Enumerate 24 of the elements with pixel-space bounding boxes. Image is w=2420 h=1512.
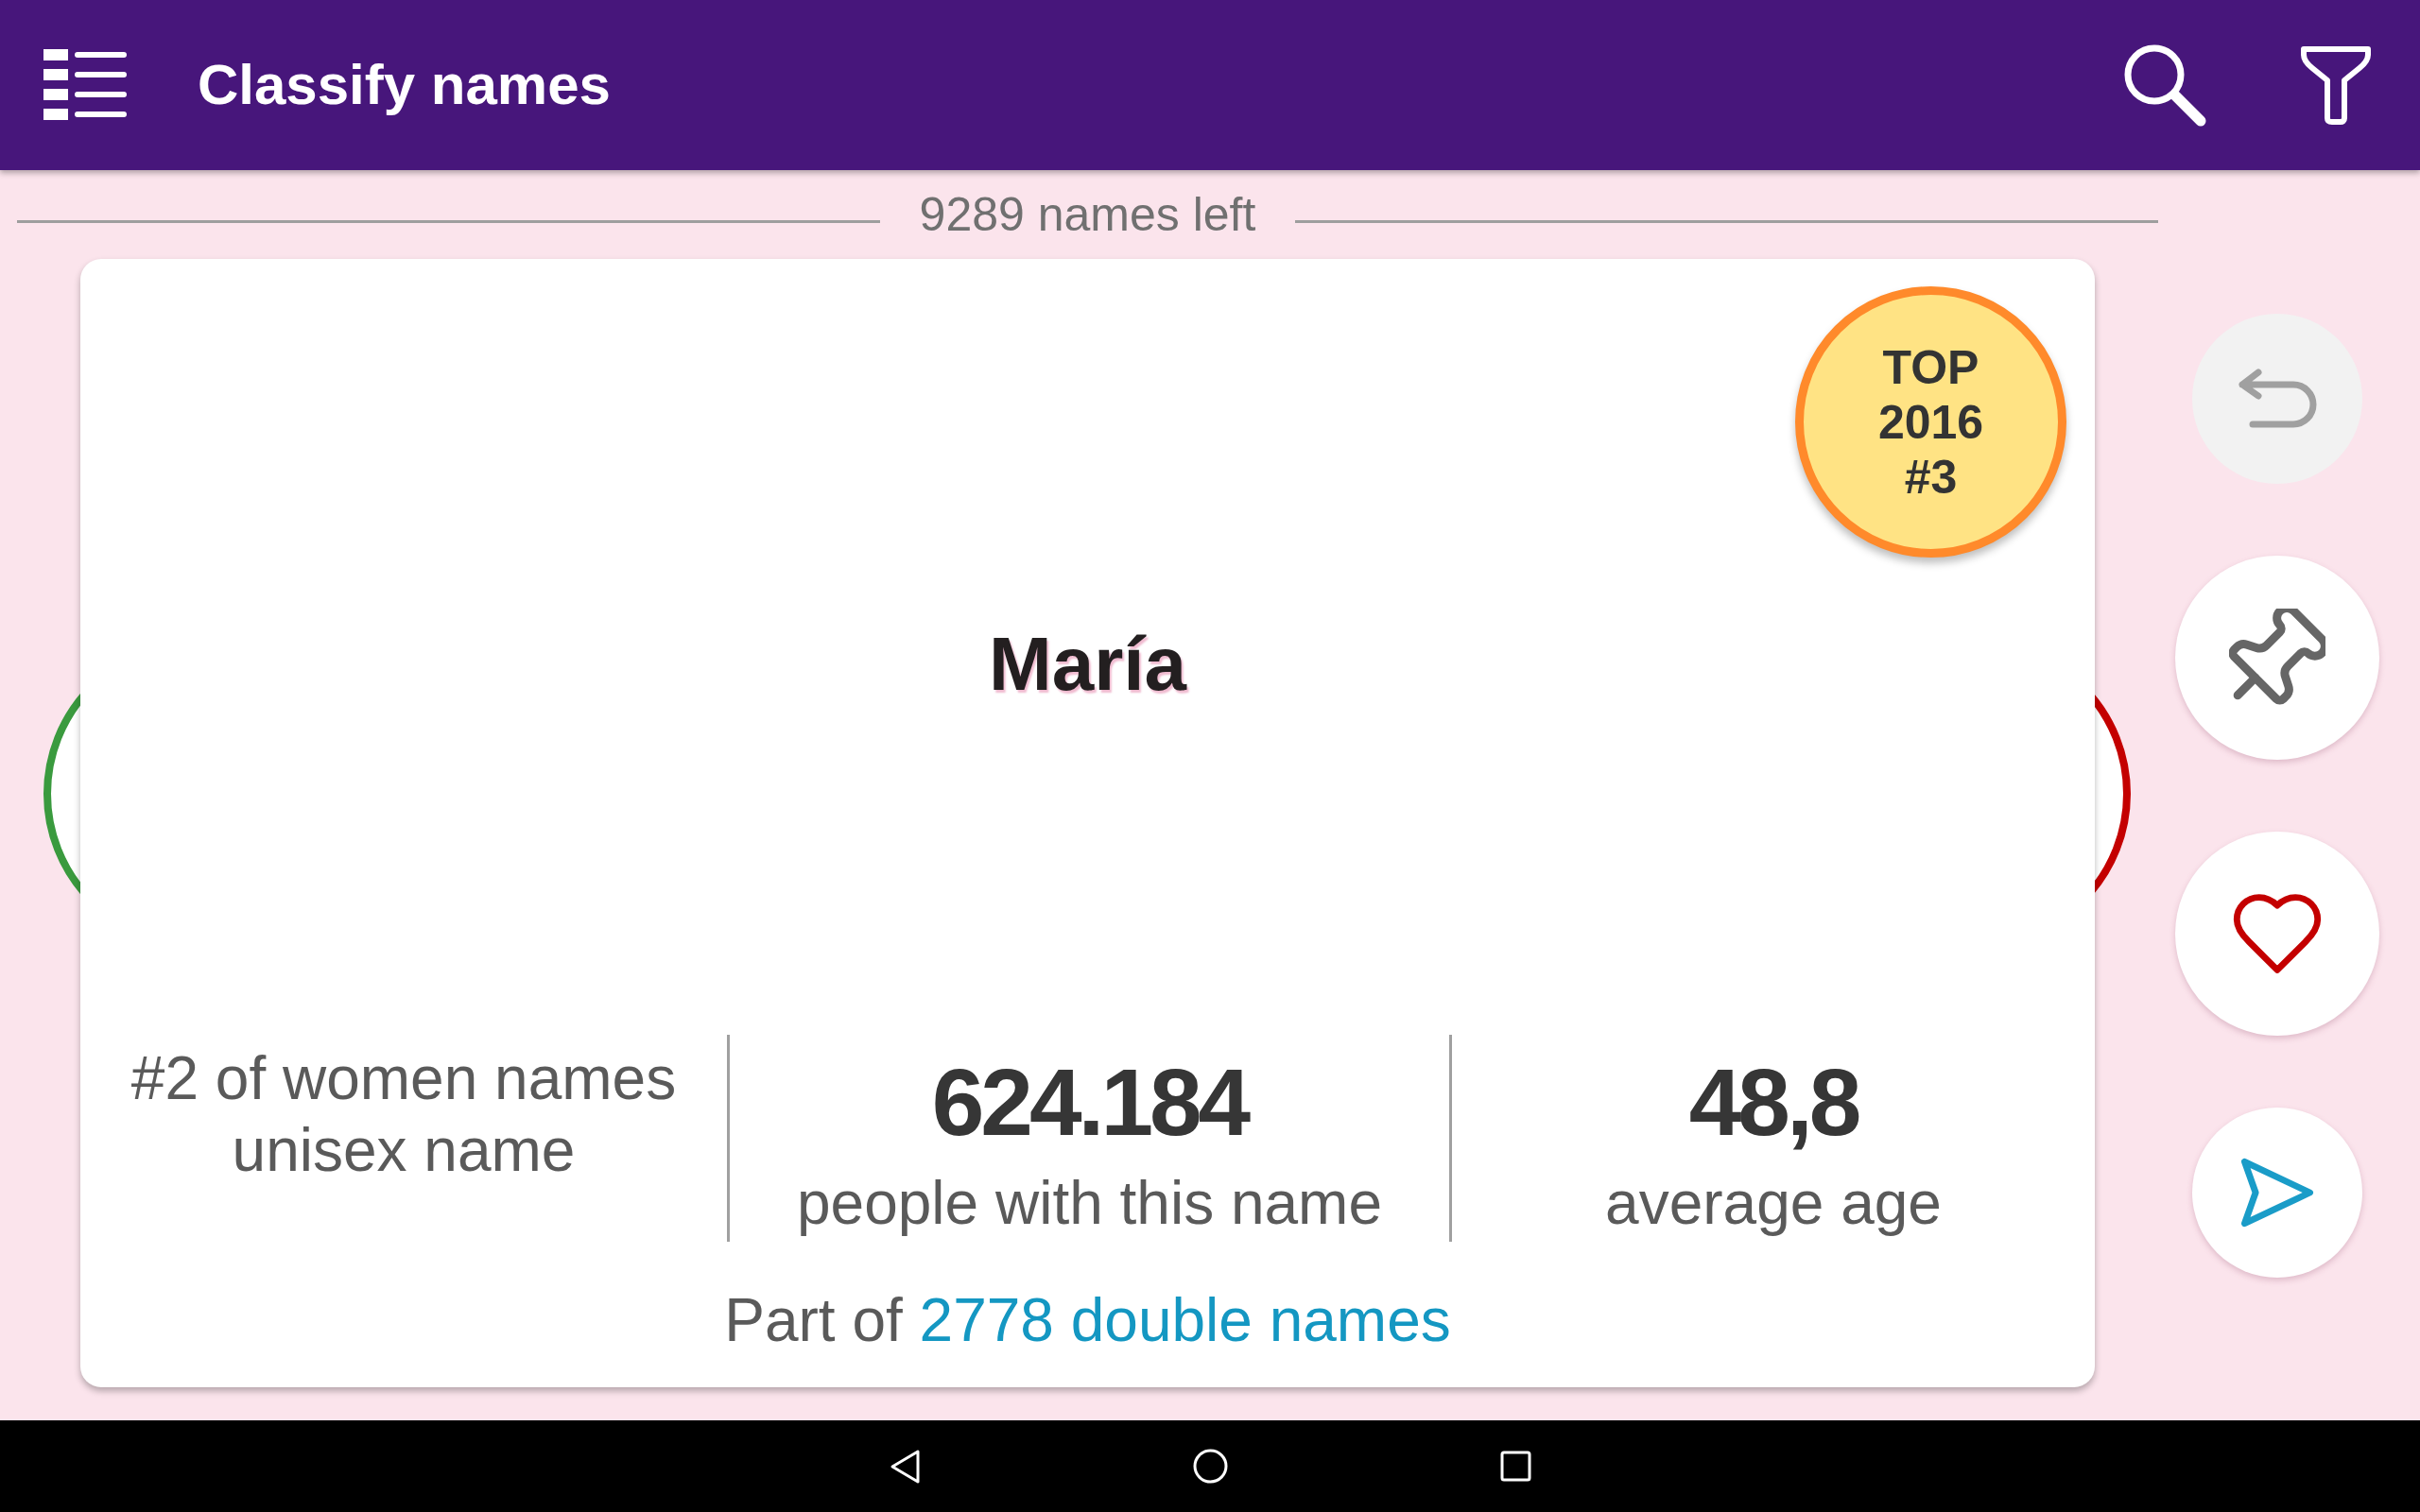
send-icon: [2239, 1157, 2315, 1228]
rank-text: #2 of women names: [130, 1043, 677, 1114]
double-names-link[interactable]: 2778 double names: [919, 1286, 1451, 1354]
search-icon: [2122, 43, 2207, 128]
double-names-text: Part of 2778 double names: [724, 1285, 1451, 1356]
back-icon[interactable]: [889, 1448, 921, 1485]
heart-icon: [2233, 893, 2322, 974]
filter-icon: [2300, 44, 2372, 126]
recent-apps-icon[interactable]: [1499, 1451, 1531, 1482]
badge-text: TOP: [1882, 339, 1979, 395]
names-left-count: 9289 names left: [919, 191, 1256, 238]
name-title: María: [989, 626, 1186, 702]
stat-label: people with this name: [797, 1168, 1382, 1239]
stat-value: 624.184: [931, 1050, 1248, 1154]
menu-icon: [43, 48, 127, 122]
home-icon[interactable]: [1192, 1449, 1228, 1484]
badge-text: 2016: [1877, 394, 1984, 450]
app-title: Classify names: [198, 57, 611, 113]
rank-text: unisex name: [232, 1115, 576, 1186]
badge-text: #3: [1904, 449, 1958, 505]
stat-label: average age: [1605, 1168, 1942, 1239]
pushpin-icon: [2229, 609, 2325, 707]
undo-icon: [2238, 368, 2317, 430]
stat-value: 48,8: [1688, 1050, 1858, 1154]
